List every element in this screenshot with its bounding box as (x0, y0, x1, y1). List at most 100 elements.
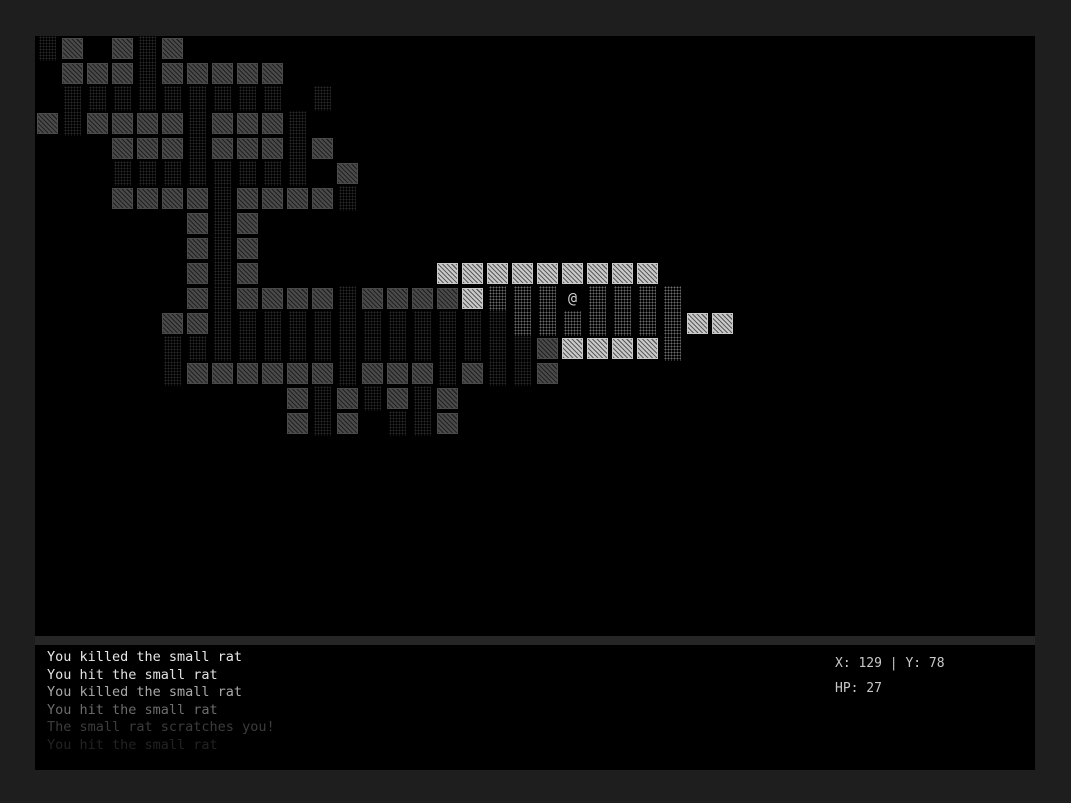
wall-tile (310, 361, 335, 386)
game-frame: @ You killed the small rat You hit the sm… (35, 36, 1035, 770)
wall-tile (285, 386, 310, 411)
floor-tile (285, 136, 310, 161)
wall-tile (260, 186, 285, 211)
floor-tile (185, 336, 210, 361)
floor-tile (385, 311, 410, 336)
floor-tile-visible (610, 286, 635, 311)
floor-tile (360, 336, 385, 361)
floor-tile (135, 36, 160, 61)
wall-tile (285, 286, 310, 311)
wall-tile (110, 61, 135, 86)
wall-tile (185, 361, 210, 386)
floor-tile (335, 361, 360, 386)
floor-tile (210, 161, 235, 186)
wall-tile (235, 361, 260, 386)
floor-tile-visible (660, 336, 685, 361)
floor-tile (385, 336, 410, 361)
wall-tile (185, 61, 210, 86)
wall-tile (435, 411, 460, 436)
floor-tile (135, 161, 160, 186)
wall-tile (535, 336, 560, 361)
wall-tile (385, 286, 410, 311)
wall-tile (310, 186, 335, 211)
wall-tile-visible (560, 261, 585, 286)
wall-tile (360, 361, 385, 386)
wall-tile-visible (635, 261, 660, 286)
floor-tile-visible (635, 311, 660, 336)
wall-tile (235, 286, 260, 311)
wall-tile (185, 211, 210, 236)
wall-tile-visible (535, 261, 560, 286)
wall-tile (185, 261, 210, 286)
floor-tile (285, 161, 310, 186)
wall-tile (260, 111, 285, 136)
floor-tile (235, 311, 260, 336)
floor-tile-visible (510, 286, 535, 311)
floor-tile (410, 311, 435, 336)
floor-tile-visible (535, 311, 560, 336)
wall-tile (210, 361, 235, 386)
floor-tile (235, 161, 260, 186)
wall-tile (160, 311, 185, 336)
wall-tile (310, 286, 335, 311)
floor-tile (335, 311, 360, 336)
wall-tile (110, 186, 135, 211)
floor-tile (435, 336, 460, 361)
floor-tile-visible (635, 286, 660, 311)
wall-tile (285, 361, 310, 386)
floor-tile (210, 311, 235, 336)
wall-tile (285, 186, 310, 211)
wall-tile-visible (710, 311, 735, 336)
wall-tile (160, 186, 185, 211)
floor-tile (310, 311, 335, 336)
log-message: You hit the small rat (47, 666, 218, 683)
floor-tile (260, 311, 285, 336)
floor-tile (235, 86, 260, 111)
floor-tile-visible (660, 311, 685, 336)
wall-tile-visible (585, 261, 610, 286)
log-message: You hit the small rat (47, 701, 218, 718)
wall-tile-visible (460, 286, 485, 311)
wall-tile (110, 36, 135, 61)
floor-tile (160, 361, 185, 386)
floor-tile (210, 286, 235, 311)
floor-tile (285, 111, 310, 136)
floor-tile-visible (535, 286, 560, 311)
floor-tile (35, 36, 60, 61)
wall-tile (110, 111, 135, 136)
log-message: You hit the small rat (47, 736, 218, 753)
wall-tile (535, 361, 560, 386)
wall-tile (260, 286, 285, 311)
wall-tile-visible (585, 336, 610, 361)
floor-tile (335, 336, 360, 361)
wall-tile-visible (560, 336, 585, 361)
floor-tile (260, 161, 285, 186)
wall-tile (260, 136, 285, 161)
wall-tile (210, 61, 235, 86)
wall-tile (185, 286, 210, 311)
wall-tile (435, 286, 460, 311)
floor-tile (435, 361, 460, 386)
wall-tile (260, 361, 285, 386)
floor-tile (210, 186, 235, 211)
wall-tile (235, 236, 260, 261)
floor-tile (85, 86, 110, 111)
floor-tile-visible (510, 311, 535, 336)
floor-tile (210, 236, 235, 261)
wall-tile-visible (685, 311, 710, 336)
floor-tile (310, 386, 335, 411)
floor-tile-visible (585, 311, 610, 336)
wall-tile-visible (435, 261, 460, 286)
floor-tile (135, 86, 160, 111)
floor-tile (185, 161, 210, 186)
dungeon-map[interactable]: @ (35, 36, 1035, 636)
wall-tile (60, 36, 85, 61)
wall-tile-visible (510, 261, 535, 286)
wall-tile-visible (635, 336, 660, 361)
floor-tile (110, 86, 135, 111)
message-log: You killed the small rat You hit the smal… (47, 649, 275, 754)
wall-tile (335, 161, 360, 186)
wall-tile (185, 236, 210, 261)
floor-tile-visible (610, 311, 635, 336)
floor-tile (410, 411, 435, 436)
